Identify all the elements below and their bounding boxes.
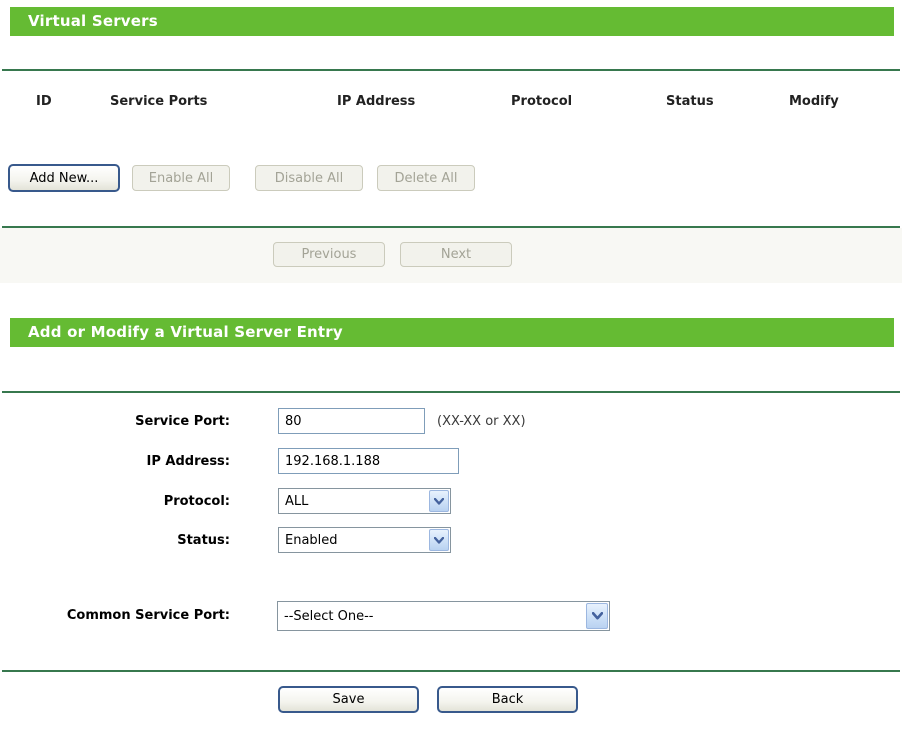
next-button[interactable]: Next [400,242,512,267]
section-title-virtual-servers: Virtual Servers [10,7,894,36]
chevron-down-icon[interactable] [429,490,449,512]
column-header-id: ID [36,94,52,109]
column-header-modify: Modify [789,94,839,109]
divider [2,391,900,393]
service-port-label: Service Port: [135,414,230,429]
status-selected-value: Enabled [285,532,338,548]
ip-address-label: IP Address: [146,454,230,469]
section-title-entry-form: Add or Modify a Virtual Server Entry [10,318,894,347]
add-new-button[interactable]: Add New... [8,164,120,192]
protocol-label: Protocol: [163,494,230,509]
virtual-servers-page: Virtual Servers ID Service Ports IP Addr… [0,0,902,734]
ip-address-input[interactable] [278,448,459,474]
column-header-service-ports: Service Ports [110,94,208,109]
column-header-protocol: Protocol [511,94,573,109]
common-service-port-selected-value: --Select One-- [284,608,374,624]
chevron-down-icon[interactable] [429,529,449,551]
status-label: Status: [177,533,230,548]
status-select[interactable]: Enabled [278,527,451,553]
save-button[interactable]: Save [278,686,419,713]
enable-all-button[interactable]: Enable All [132,165,230,191]
divider [2,670,900,672]
previous-button[interactable]: Previous [273,242,385,267]
disable-all-button[interactable]: Disable All [255,165,363,191]
protocol-selected-value: ALL [285,493,309,509]
service-port-input[interactable] [278,408,425,434]
column-header-status: Status [666,94,714,109]
common-service-port-select[interactable]: --Select One-- [277,601,610,631]
back-button[interactable]: Back [437,686,578,713]
service-port-hint: (XX-XX or XX) [437,414,526,429]
common-service-port-label: Common Service Port: [66,608,230,623]
divider [2,69,900,71]
chevron-down-icon[interactable] [586,603,608,629]
delete-all-button[interactable]: Delete All [377,165,475,191]
protocol-select[interactable]: ALL [278,488,451,514]
column-header-ip-address: IP Address [337,94,416,109]
